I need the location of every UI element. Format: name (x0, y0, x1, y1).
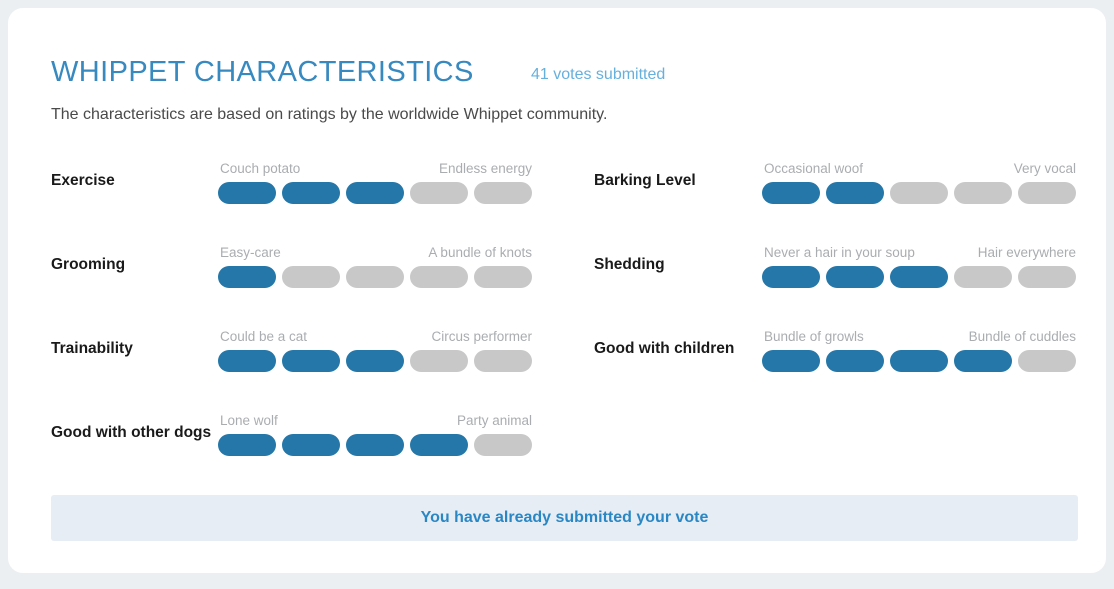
characteristic-row: Good with other dogs Lone wolf Party anima… (51, 400, 551, 456)
rating-pill[interactable] (954, 182, 1012, 204)
rating-pill[interactable] (762, 182, 820, 204)
rating-pill[interactable] (282, 266, 340, 288)
rating-pill-group (218, 350, 532, 372)
characteristic-meter: Bundle of growls Bundle of cuddles (762, 330, 1078, 372)
characteristic-label: Barking Level (594, 171, 696, 189)
rating-pill[interactable] (282, 350, 340, 372)
rating-pill[interactable] (474, 266, 532, 288)
characteristic-meter: Easy-care A bundle of knots (218, 246, 534, 288)
rating-pill[interactable] (474, 350, 532, 372)
scale-high-caption: Very vocal (1013, 161, 1076, 176)
scale-high-caption: Party animal (456, 413, 532, 428)
characteristic-label: Trainability (51, 339, 133, 357)
rating-pill[interactable] (890, 350, 948, 372)
characteristic-label: Exercise (51, 171, 115, 189)
card-header: WHIPPET CHARACTERISTICS 41 votes submitt… (51, 56, 1061, 96)
rating-pill[interactable] (890, 266, 948, 288)
rating-pill-group (762, 350, 1076, 372)
rating-pill[interactable] (1018, 182, 1076, 204)
rating-pill[interactable] (890, 182, 948, 204)
characteristic-meter: Never a hair in your soup Hair everywhere (762, 246, 1078, 288)
rating-pill[interactable] (826, 350, 884, 372)
characteristic-row: Exercise Couch potato Endless energy (51, 148, 551, 204)
scale-low-caption: Never a hair in your soup (764, 245, 915, 260)
scale-low-caption: Couch potato (220, 161, 301, 176)
rating-pill[interactable] (346, 350, 404, 372)
characteristic-row: Shedding Never a hair in your soup Hair ev… (594, 232, 1094, 288)
characteristic-row: Barking Level Occasional woof Very vocal (594, 148, 1094, 204)
scale-high-caption: A bundle of knots (428, 245, 532, 260)
rating-pill[interactable] (218, 182, 276, 204)
rating-pill[interactable] (282, 434, 340, 456)
characteristic-meter: Lone wolf Party animal (218, 414, 534, 456)
rating-pill[interactable] (282, 182, 340, 204)
rating-pill[interactable] (218, 350, 276, 372)
characteristic-row: Trainability Could be a cat Circus perform… (51, 316, 551, 372)
characteristic-label: Grooming (51, 255, 126, 273)
characteristic-label: Good with children (594, 339, 735, 357)
page-subtitle: The characteristics are based on ratings… (51, 106, 608, 123)
rating-pill[interactable] (762, 350, 820, 372)
rating-pill[interactable] (762, 266, 820, 288)
characteristics-card: WHIPPET CHARACTERISTICS 41 votes submitt… (8, 8, 1106, 573)
rating-pill[interactable] (474, 182, 532, 204)
rating-pill[interactable] (346, 434, 404, 456)
rating-pill[interactable] (346, 266, 404, 288)
scale-high-caption: Bundle of cuddles (968, 329, 1076, 344)
scale-low-caption: Could be a cat (220, 329, 308, 344)
vote-status-banner: You have already submitted your vote (51, 495, 1078, 541)
scale-high-caption: Endless energy (438, 161, 532, 176)
rating-pill[interactable] (218, 434, 276, 456)
rating-pill-group (218, 266, 532, 288)
scale-high-caption: Circus performer (431, 329, 532, 344)
rating-pill[interactable] (218, 266, 276, 288)
rating-pill[interactable] (954, 350, 1012, 372)
characteristic-label: Good with other dogs (51, 423, 212, 441)
characteristic-meter: Occasional woof Very vocal (762, 162, 1078, 204)
votes-submitted-count: 41 votes submitted (531, 66, 666, 83)
rating-pill[interactable] (826, 266, 884, 288)
rating-pill[interactable] (1018, 266, 1076, 288)
rating-pill-group (218, 182, 532, 204)
rating-pill-group (218, 434, 532, 456)
scale-low-caption: Lone wolf (220, 413, 278, 428)
rating-pill[interactable] (826, 182, 884, 204)
scale-low-caption: Easy-care (220, 245, 281, 260)
rating-pill[interactable] (410, 350, 468, 372)
rating-pill[interactable] (410, 434, 468, 456)
rating-pill[interactable] (474, 434, 532, 456)
page-title: WHIPPET CHARACTERISTICS (51, 56, 474, 88)
scale-low-caption: Bundle of growls (764, 329, 864, 344)
scale-high-caption: Hair everywhere (977, 245, 1076, 260)
vote-status-message: You have already submitted your vote (420, 509, 709, 526)
rating-pill[interactable] (410, 182, 468, 204)
rating-pill-group (762, 182, 1076, 204)
rating-pill-group (762, 266, 1076, 288)
characteristic-row: Grooming Easy-care A bundle of knots (51, 232, 551, 288)
characteristic-meter: Could be a cat Circus performer (218, 330, 534, 372)
rating-pill[interactable] (954, 266, 1012, 288)
characteristic-label: Shedding (594, 255, 665, 273)
rating-pill[interactable] (410, 266, 468, 288)
rating-pill[interactable] (346, 182, 404, 204)
characteristic-row: Good with children Bundle of growls Bundle… (594, 316, 1094, 372)
scale-low-caption: Occasional woof (764, 161, 864, 176)
rating-pill[interactable] (1018, 350, 1076, 372)
characteristic-meter: Couch potato Endless energy (218, 162, 534, 204)
